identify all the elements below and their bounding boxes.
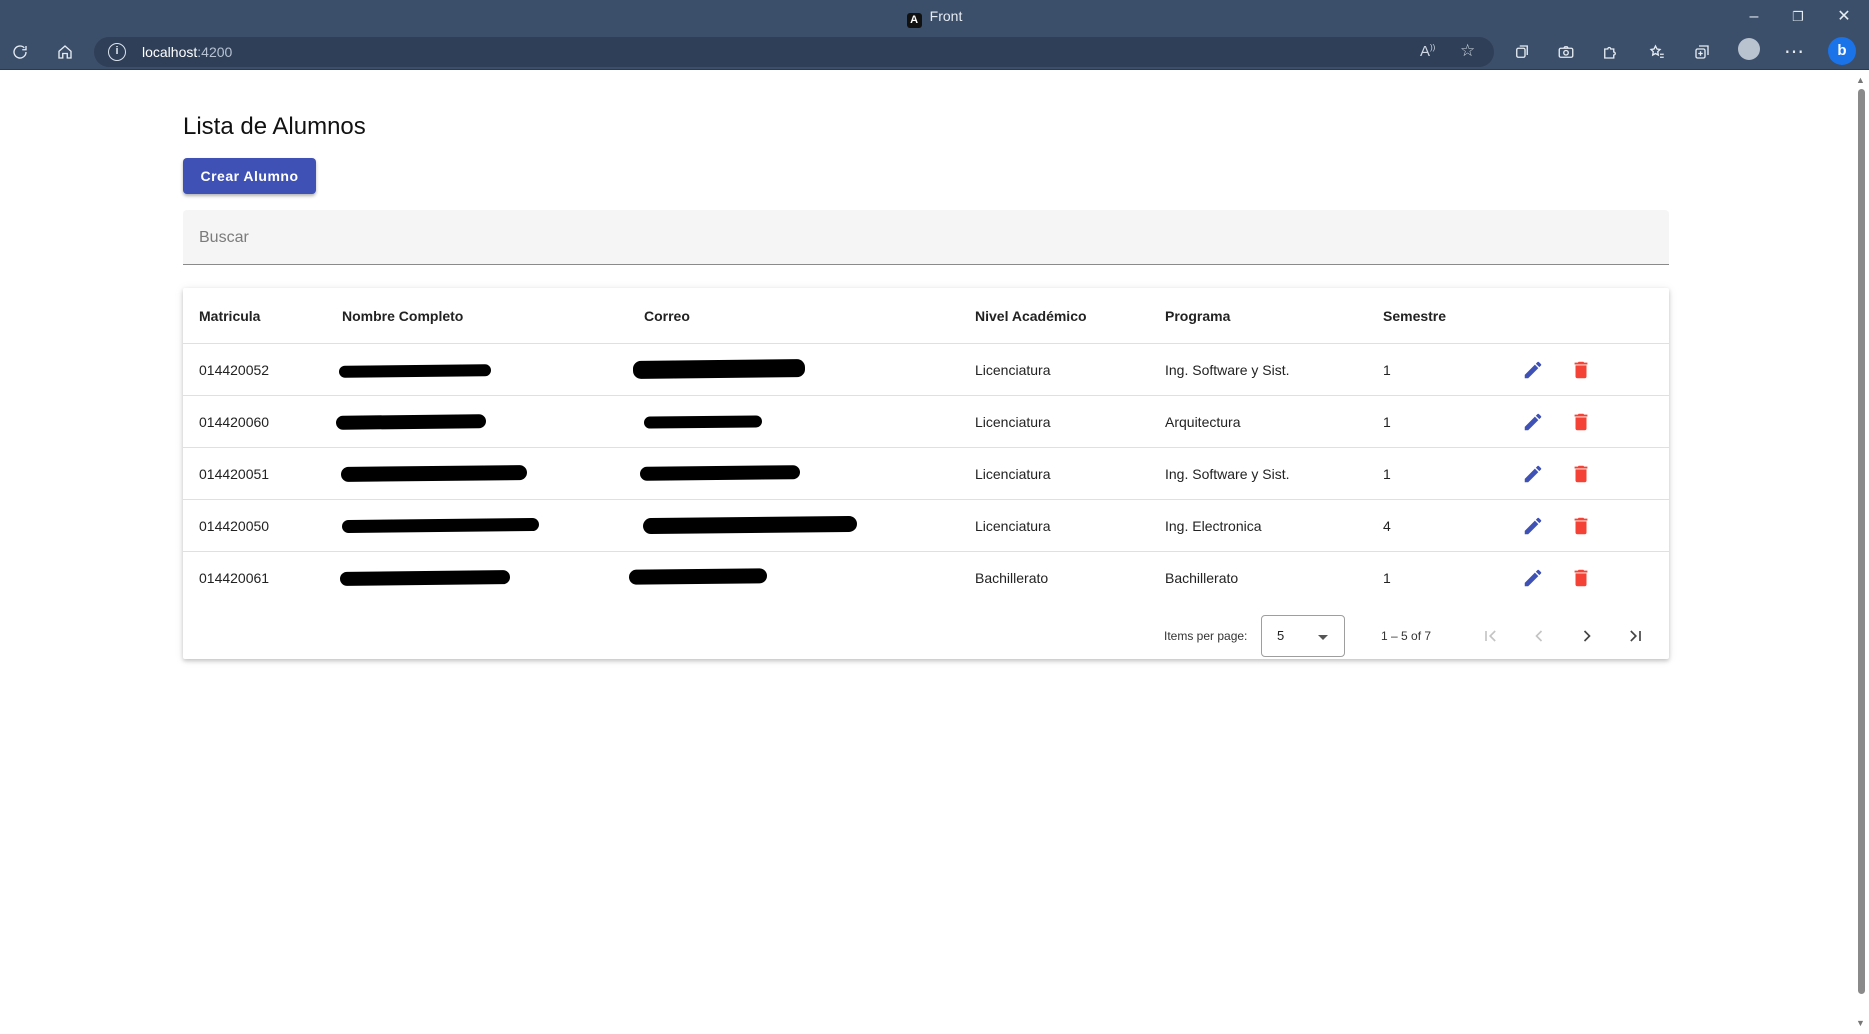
cell-semestre: 1 bbox=[1383, 466, 1391, 482]
cell-matricula: 014420051 bbox=[199, 466, 270, 482]
edit-pencil-icon[interactable] bbox=[1521, 358, 1545, 382]
browser-toolbar: i localhost:4200 A)) ☆ ⋯ bbox=[0, 34, 1869, 70]
page-size-select[interactable]: 5 bbox=[1261, 615, 1345, 657]
edit-pencil-icon[interactable] bbox=[1521, 410, 1545, 434]
page-size-value: 5 bbox=[1277, 628, 1285, 643]
table-row[interactable]: 014420051 Licenciatura Ing. Software y S… bbox=[183, 447, 1669, 499]
cell-semestre: 4 bbox=[1383, 518, 1391, 534]
scroll-up-arrow-icon[interactable]: ▲ bbox=[1856, 75, 1865, 85]
dropdown-caret-icon bbox=[1318, 635, 1328, 640]
screenshot-camera-icon[interactable] bbox=[1552, 38, 1580, 66]
redacted-name bbox=[338, 364, 492, 378]
cell-nivel: Licenciatura bbox=[975, 362, 1051, 378]
address-bar[interactable]: i localhost:4200 A)) ☆ bbox=[94, 37, 1494, 67]
favorite-star-icon[interactable]: ☆ bbox=[1460, 41, 1475, 61]
first-page-icon[interactable] bbox=[1479, 624, 1503, 648]
tab-actions-icon[interactable] bbox=[1508, 38, 1536, 66]
cell-matricula: 014420052 bbox=[199, 362, 270, 378]
range-label: 1 – 5 of 7 bbox=[1381, 629, 1432, 643]
cell-matricula: 014420061 bbox=[199, 570, 270, 586]
reload-icon[interactable] bbox=[6, 38, 34, 66]
url-text: localhost:4200 bbox=[142, 44, 233, 60]
page-title: Lista de Alumnos bbox=[183, 113, 366, 140]
search-input[interactable] bbox=[199, 224, 1639, 252]
cell-programa: Bachillerato bbox=[1165, 570, 1239, 586]
delete-trash-icon[interactable] bbox=[1569, 410, 1593, 434]
last-page-icon[interactable] bbox=[1623, 624, 1647, 648]
extensions-icon[interactable] bbox=[1596, 38, 1624, 66]
cell-nivel: Licenciatura bbox=[975, 414, 1051, 430]
items-per-page-label: Items per page: bbox=[1164, 629, 1248, 643]
window-title: A Front bbox=[0, 8, 1869, 28]
more-options-icon[interactable]: ⋯ bbox=[1780, 38, 1808, 66]
cell-semestre: 1 bbox=[1383, 362, 1391, 378]
paginator: Items per page: 5 1 – 5 of 7 bbox=[183, 614, 1669, 658]
table-row[interactable]: 014420060 Licenciatura Arquitectura 1 bbox=[183, 395, 1669, 447]
read-aloud-icon[interactable]: A)) bbox=[1420, 43, 1435, 60]
redacted-email bbox=[628, 568, 768, 585]
browser-titlebar: A Front – ❐ ✕ bbox=[0, 0, 1869, 34]
delete-trash-icon[interactable] bbox=[1569, 462, 1593, 486]
next-page-icon[interactable] bbox=[1575, 624, 1599, 648]
cell-nivel: Licenciatura bbox=[975, 466, 1051, 482]
edit-pencil-icon[interactable] bbox=[1521, 566, 1545, 590]
header-matricula[interactable]: Matricula bbox=[199, 288, 260, 344]
scroll-down-arrow-icon[interactable]: ▼ bbox=[1856, 1018, 1865, 1028]
redacted-name bbox=[335, 414, 487, 430]
previous-page-icon[interactable] bbox=[1527, 624, 1551, 648]
cell-programa: Ing. Software y Sist. bbox=[1165, 466, 1290, 482]
edit-pencil-icon[interactable] bbox=[1521, 462, 1545, 486]
redacted-email bbox=[632, 359, 806, 379]
cell-nivel: Bachillerato bbox=[975, 570, 1049, 586]
delete-trash-icon[interactable] bbox=[1569, 514, 1593, 538]
create-student-button[interactable]: Crear Alumno bbox=[183, 158, 316, 194]
delete-trash-icon[interactable] bbox=[1569, 358, 1593, 382]
redacted-name bbox=[341, 517, 540, 534]
table-row[interactable]: 014420052 Licenciatura Ing. Software y S… bbox=[183, 343, 1669, 395]
header-nivel[interactable]: Nivel Académico bbox=[975, 288, 1087, 344]
cell-matricula: 014420060 bbox=[199, 414, 270, 430]
header-programa[interactable]: Programa bbox=[1165, 288, 1230, 344]
site-info-icon[interactable]: i bbox=[108, 43, 126, 61]
cell-programa: Ing. Electronica bbox=[1165, 518, 1262, 534]
profile-avatar[interactable] bbox=[1738, 38, 1760, 60]
header-semestre[interactable]: Semestre bbox=[1383, 288, 1446, 344]
cell-programa: Ing. Software y Sist. bbox=[1165, 362, 1290, 378]
restore-icon[interactable]: ❐ bbox=[1776, 4, 1820, 30]
cell-matricula: 014420050 bbox=[199, 518, 270, 534]
cell-semestre: 1 bbox=[1383, 414, 1391, 430]
minimize-icon[interactable]: – bbox=[1732, 4, 1776, 30]
redacted-name bbox=[339, 570, 511, 586]
close-icon[interactable]: ✕ bbox=[1822, 4, 1866, 30]
redacted-email bbox=[639, 465, 801, 481]
header-correo[interactable]: Correo bbox=[644, 288, 690, 344]
table-row[interactable]: 014420050 Licenciatura Ing. Electronica … bbox=[183, 499, 1669, 551]
collections-icon[interactable] bbox=[1688, 38, 1716, 66]
cell-nivel: Licenciatura bbox=[975, 518, 1051, 534]
students-table-card: Matricula Nombre Completo Correo Nivel A… bbox=[183, 288, 1669, 659]
cell-programa: Arquitectura bbox=[1165, 414, 1241, 430]
edit-pencil-icon[interactable] bbox=[1521, 514, 1545, 538]
favorites-list-icon[interactable] bbox=[1643, 38, 1671, 66]
redacted-email bbox=[643, 415, 763, 429]
scrollbar-thumb[interactable] bbox=[1858, 89, 1865, 994]
redacted-name bbox=[340, 465, 528, 482]
angular-logo-icon: A bbox=[906, 13, 922, 28]
copilot-icon[interactable]: b bbox=[1828, 37, 1856, 65]
page-scrollbar[interactable]: ▲ ▼ bbox=[1853, 71, 1869, 1034]
redacted-email bbox=[642, 515, 858, 535]
table-row[interactable]: 014420061 Bachillerato Bachillerato 1 bbox=[183, 551, 1669, 603]
delete-trash-icon[interactable] bbox=[1569, 566, 1593, 590]
header-nombre[interactable]: Nombre Completo bbox=[342, 288, 463, 344]
home-icon[interactable] bbox=[51, 38, 79, 66]
search-field[interactable] bbox=[183, 210, 1669, 265]
cell-semestre: 1 bbox=[1383, 570, 1391, 586]
